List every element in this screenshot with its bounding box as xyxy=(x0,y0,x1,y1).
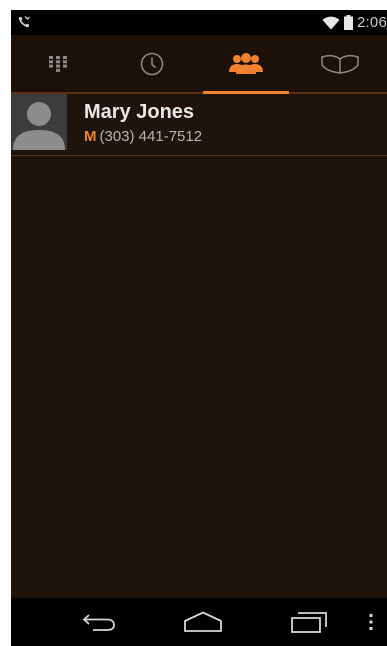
missed-call-icon xyxy=(18,16,30,28)
home-icon xyxy=(184,611,222,632)
tab-contacts[interactable] xyxy=(199,35,293,94)
phone-type-label: M xyxy=(84,128,97,145)
tab-recents[interactable] xyxy=(105,35,199,92)
clock-icon xyxy=(140,52,164,75)
recent-apps-button[interactable] xyxy=(281,598,337,646)
recent-apps-icon xyxy=(291,612,327,633)
status-right-group: 2:06 xyxy=(322,10,387,35)
battery-icon xyxy=(344,15,353,30)
tab-favorites[interactable] xyxy=(293,35,387,92)
contact-name: Mary Jones xyxy=(84,101,195,123)
home-button[interactable] xyxy=(175,598,231,646)
phone-screen: 2:06 Mary Jones M (303) 441-7512 xyxy=(11,10,387,646)
overflow-menu-button[interactable] xyxy=(361,598,381,646)
people-icon xyxy=(229,52,263,74)
back-icon xyxy=(82,614,115,631)
avatar xyxy=(11,94,67,150)
contact-row[interactable]: Mary Jones M (303) 441-7512 xyxy=(11,94,387,156)
dialer-tab-bar xyxy=(11,35,387,94)
status-bar: 2:06 xyxy=(11,10,387,35)
wifi-icon xyxy=(322,16,340,29)
contact-phone-line: M (303) 441-7512 xyxy=(84,128,202,145)
phone-number: (303) 441-7512 xyxy=(99,128,203,145)
default-person-avatar-icon xyxy=(11,94,67,150)
back-button[interactable] xyxy=(71,598,127,646)
navigation-bar xyxy=(11,598,387,646)
contact-list: Mary Jones M (303) 441-7512 xyxy=(11,94,387,156)
tab-dialpad[interactable] xyxy=(11,35,105,92)
status-time: 2:06 xyxy=(357,14,387,31)
dialpad-icon xyxy=(49,55,67,72)
overflow-menu-icon xyxy=(369,614,373,630)
open-book-icon xyxy=(321,54,359,74)
